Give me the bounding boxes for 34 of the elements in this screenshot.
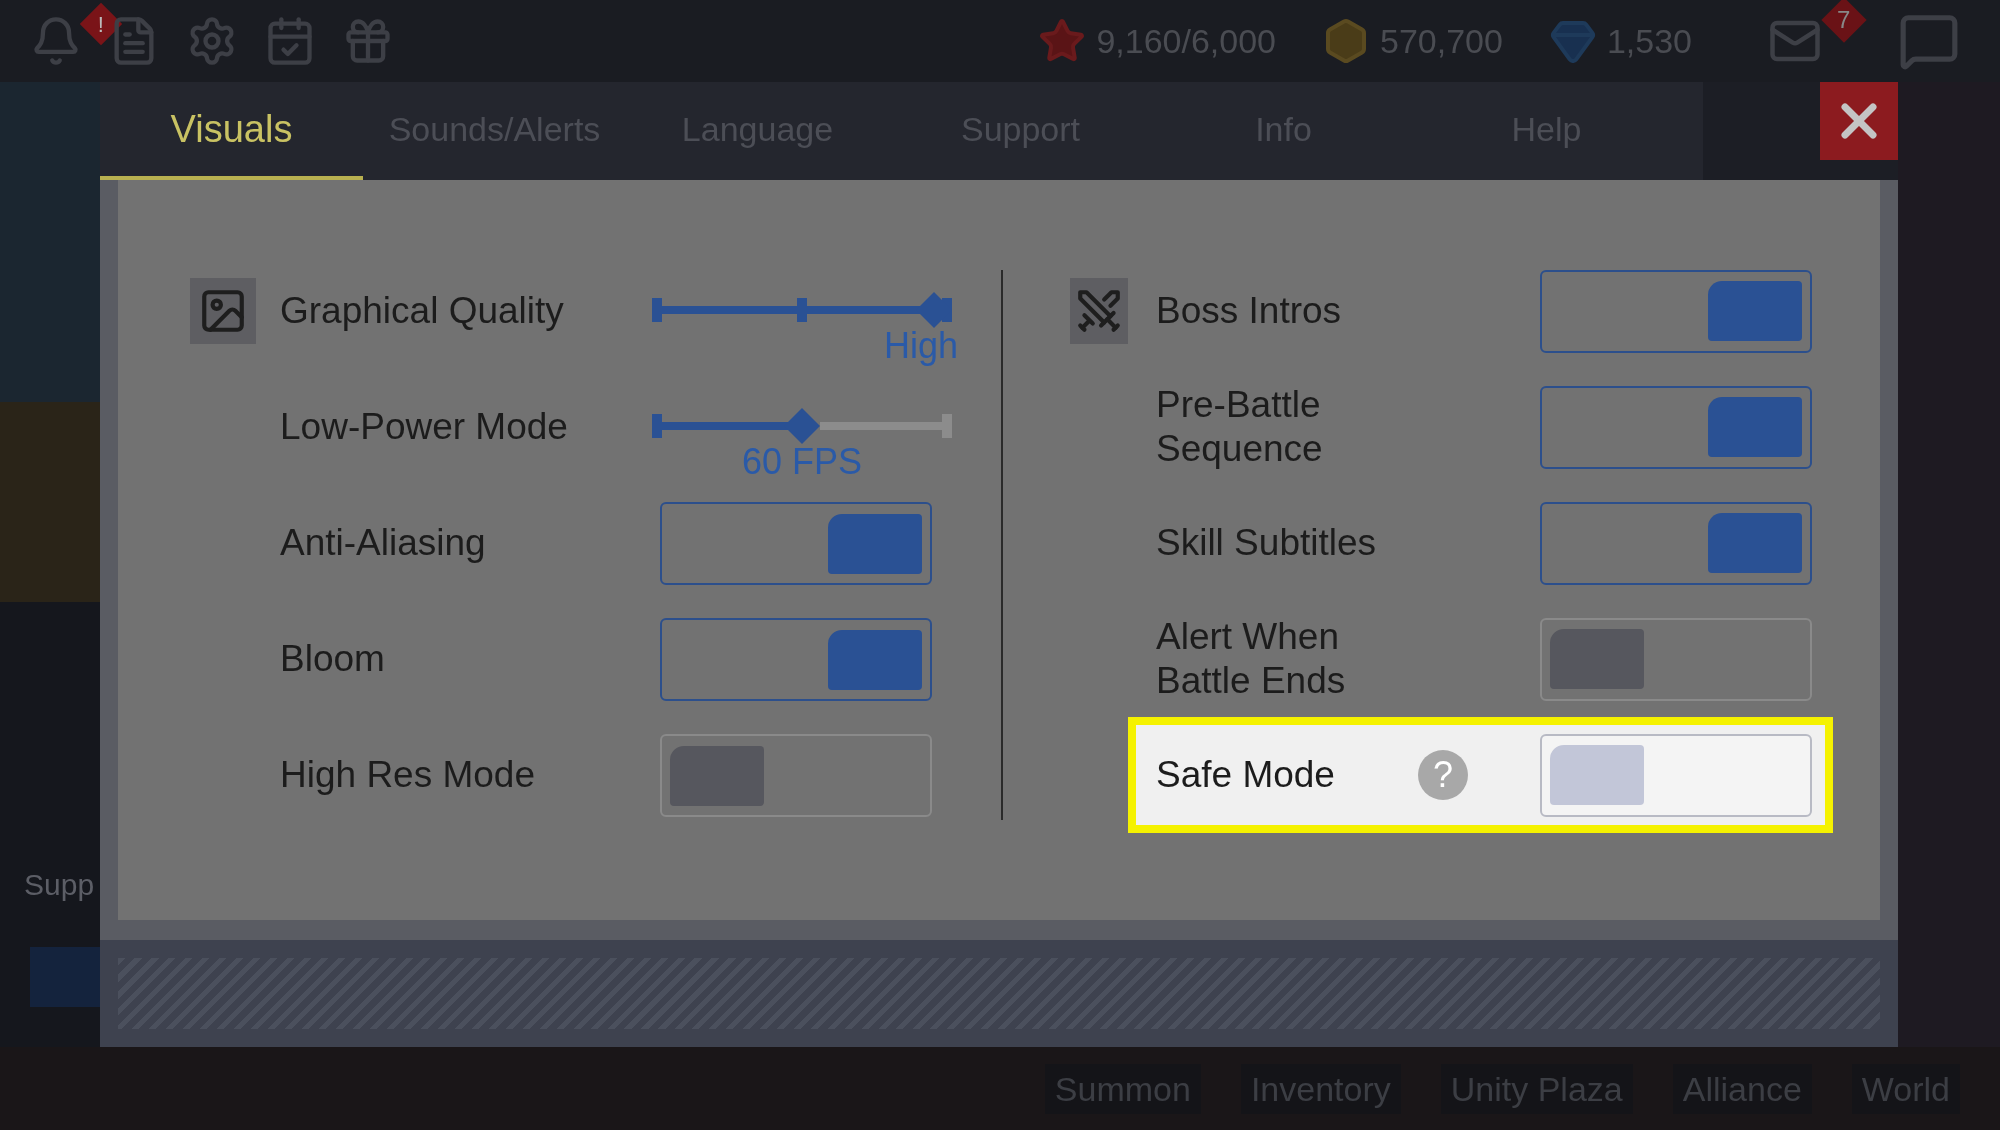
setting-label: Boss Intros [1156,289,1343,333]
slider-track[interactable] [652,408,952,444]
setting-label: Bloom [280,637,386,681]
setting-label: Pre-Battle Sequence [1156,383,1324,471]
toggle-switch[interactable] [660,734,932,817]
setting-label: Alert When Battle Ends [1156,615,1347,703]
mail-badge: 7 [1821,0,1867,43]
toggle-switch[interactable] [1540,733,1812,817]
alert-badge: ! [79,2,123,46]
slider-track[interactable] [652,292,952,328]
setting-label: High Res Mode [280,753,536,797]
toggle-switch[interactable] [660,618,932,701]
crossed-swords-icon [1070,278,1128,344]
toggle-switch[interactable] [1540,269,1812,353]
side-button[interactable] [30,947,100,1007]
toggle-switch[interactable] [1540,385,1812,469]
close-button[interactable] [1820,82,1898,160]
slider-value: High [883,324,958,368]
setting-label: Graphical Quality [280,289,565,333]
slider-stop [942,414,952,438]
setting-label: Skill Subtitles [1156,521,1378,565]
setting-label: Low-Power Mode [280,405,569,449]
slider-tick [797,298,807,322]
help-icon[interactable]: ? [1418,750,1468,800]
slider-stop [652,298,662,322]
slider-value: 60 FPS [741,440,863,484]
slider-stop [652,414,662,438]
side-label: Supp [23,867,96,903]
toggle-switch[interactable] [1540,617,1812,701]
setting-label: Safe Mode [1156,753,1336,797]
toggle-switch[interactable] [1540,501,1812,585]
picture-icon [190,278,256,344]
setting-label: Anti-Aliasing [280,521,487,565]
toggle-switch[interactable] [660,502,932,585]
